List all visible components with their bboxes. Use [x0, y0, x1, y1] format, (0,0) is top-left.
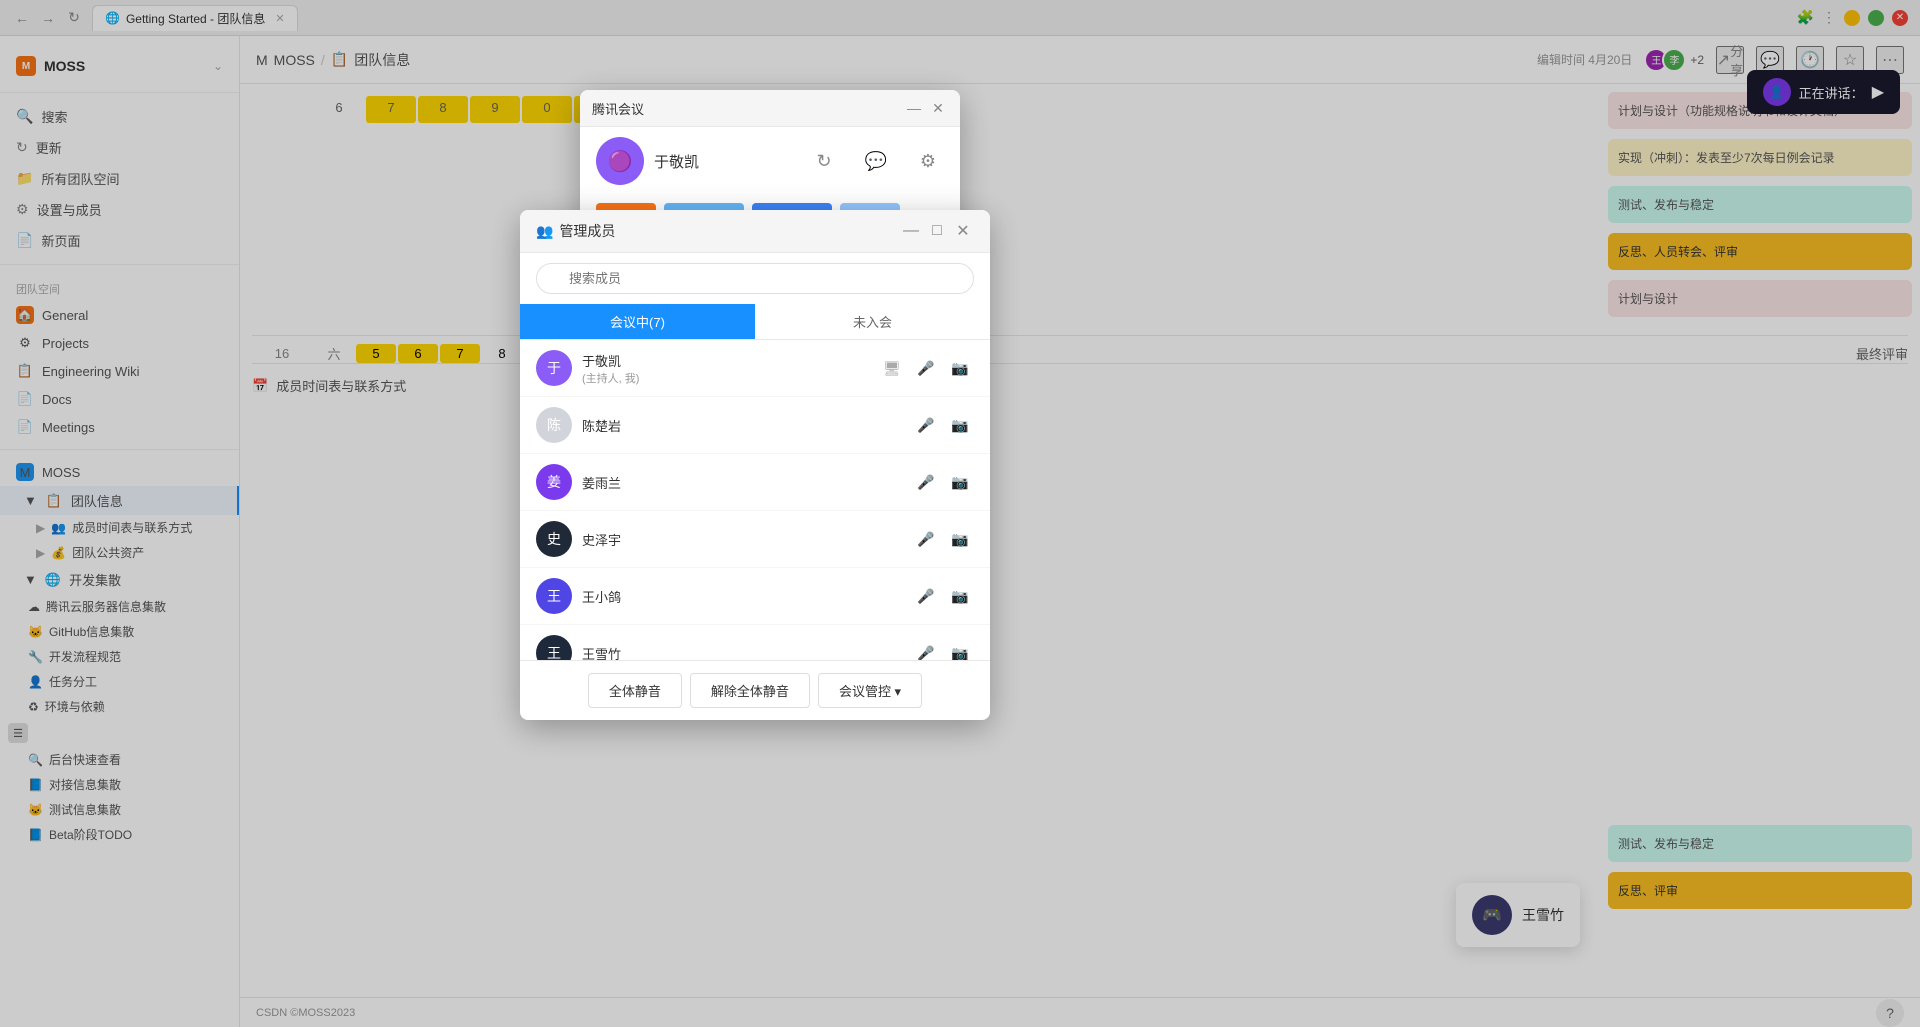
member-mic-btn-3[interactable]: 🎤	[912, 525, 940, 553]
member-info-5: 王雪竹	[582, 644, 902, 661]
mm-tab-not-joined[interactable]: 未入会	[755, 304, 990, 339]
member-avatar-0: 于	[536, 350, 572, 386]
member-actions-0: 🖥 🎤 📷	[878, 354, 974, 382]
tencent-user-avatar: 🟣	[596, 137, 644, 185]
tencent-window-buttons: — ✕	[904, 98, 948, 118]
member-actions-5: 🎤 📷	[912, 639, 974, 660]
unmute-all-label: 解除全体静音	[711, 684, 789, 699]
member-mic-btn-0[interactable]: 🎤	[912, 354, 940, 382]
mm-members-list: 于 于敬凯 (主持人, 我) 🖥 🎤 📷 陈 陈楚岩 🎤 📷	[520, 340, 990, 660]
meeting-control-label: 会议管控 ▾	[839, 681, 901, 700]
member-avatar-2: 姜	[536, 464, 572, 500]
member-avatar-text-5: 王	[547, 643, 561, 660]
tencent-meeting-titlebar: 腾讯会议 — ✕	[580, 90, 960, 127]
tencent-user-row: 🟣 于敬凯 ↻ 💬 ⚙	[580, 127, 960, 195]
member-row-1: 陈 陈楚岩 🎤 📷	[520, 397, 990, 454]
member-info-3: 史泽宇	[582, 530, 902, 549]
member-role-0: (主持人, 我)	[582, 370, 868, 386]
mm-titlebar: 👥 管理成员 — □ ✕	[520, 210, 990, 253]
manage-members-window: 👥 管理成员 — □ ✕ 🔍 会议中(7) 未入会 于 于敬凯	[520, 210, 990, 720]
mm-close-button[interactable]: ✕	[952, 220, 974, 242]
meeting-control-button[interactable]: 会议管控 ▾	[818, 673, 922, 708]
member-avatar-text-1: 陈	[547, 415, 561, 435]
member-info-0: 于敬凯 (主持人, 我)	[582, 351, 868, 386]
member-avatar-4: 王	[536, 578, 572, 614]
tencent-minimize-button[interactable]: —	[904, 98, 924, 118]
mm-window-buttons: — □ ✕	[900, 220, 974, 242]
member-actions-1: 🎤 📷	[912, 411, 974, 439]
mm-tabs: 会议中(7) 未入会	[520, 304, 990, 340]
member-avatar-1: 陈	[536, 407, 572, 443]
member-cam-btn-3[interactable]: 📷	[946, 525, 974, 553]
member-name-0: 于敬凯	[582, 351, 868, 370]
member-mic-btn-1[interactable]: 🎤	[912, 411, 940, 439]
mm-minimize-button[interactable]: —	[900, 220, 922, 242]
member-actions-3: 🎤 📷	[912, 525, 974, 553]
member-actions-2: 🎤 📷	[912, 468, 974, 496]
member-cam-btn-0[interactable]: 📷	[946, 354, 974, 382]
tencent-action-buttons: ↻ 💬 ⚙	[808, 145, 944, 177]
tencent-user-name: 于敬凯	[654, 151, 699, 172]
member-row-4: 王 王小鸽 🎤 📷	[520, 568, 990, 625]
member-info-2: 姜雨兰	[582, 473, 902, 492]
member-mic-btn-4[interactable]: 🎤	[912, 582, 940, 610]
member-avatar-3: 史	[536, 521, 572, 557]
member-actions-4: 🎤 📷	[912, 582, 974, 610]
member-mic-btn-5[interactable]: 🎤	[912, 639, 940, 660]
tab-in-meeting-label: 会议中(7)	[610, 315, 665, 330]
mm-title: 👥 管理成员	[536, 221, 615, 241]
member-screen-btn-0[interactable]: 🖥	[878, 354, 906, 382]
member-info-4: 王小鸽	[582, 587, 902, 606]
tencent-settings-button[interactable]: ⚙	[912, 145, 944, 177]
member-avatar-text-0: 于	[547, 358, 561, 378]
member-row-2: 姜 姜雨兰 🎤 📷	[520, 454, 990, 511]
mute-all-button[interactable]: 全体静音	[588, 673, 682, 708]
tencent-refresh-button[interactable]: ↻	[808, 145, 840, 177]
member-row-5: 王 王雪竹 🎤 📷	[520, 625, 990, 660]
member-cam-btn-5[interactable]: 📷	[946, 639, 974, 660]
member-avatar-5: 王	[536, 635, 572, 660]
mm-tab-in-meeting[interactable]: 会议中(7)	[520, 304, 755, 339]
tencent-chat-button[interactable]: 💬	[860, 145, 892, 177]
mute-all-label: 全体静音	[609, 684, 661, 699]
member-cam-btn-4[interactable]: 📷	[946, 582, 974, 610]
member-mic-btn-2[interactable]: 🎤	[912, 468, 940, 496]
unmute-all-button[interactable]: 解除全体静音	[690, 673, 810, 708]
member-cam-btn-1[interactable]: 📷	[946, 411, 974, 439]
mm-search-area: 🔍	[520, 253, 990, 304]
mm-footer: 全体静音 解除全体静音 会议管控 ▾	[520, 660, 990, 720]
member-name-3: 史泽宇	[582, 530, 902, 549]
mm-title-icon: 👥	[536, 223, 553, 240]
member-name-2: 姜雨兰	[582, 473, 902, 492]
mm-search-wrapper: 🔍	[536, 263, 974, 294]
member-avatar-text-4: 王	[547, 586, 561, 606]
member-avatar-text-2: 姜	[547, 472, 561, 492]
mm-title-text-label: 管理成员	[559, 221, 615, 241]
member-cam-btn-2[interactable]: 📷	[946, 468, 974, 496]
member-name-1: 陈楚岩	[582, 416, 902, 435]
member-name-4: 王小鸽	[582, 587, 902, 606]
member-row-3: 史 史泽宇 🎤 📷	[520, 511, 990, 568]
member-info-1: 陈楚岩	[582, 416, 902, 435]
tencent-meeting-title-text: 腾讯会议	[592, 99, 644, 118]
member-avatar-text-3: 史	[547, 529, 561, 549]
member-name-5: 王雪竹	[582, 644, 902, 661]
mm-search-input[interactable]	[536, 263, 974, 294]
mm-maximize-button[interactable]: □	[926, 220, 948, 242]
tab-not-joined-label: 未入会	[853, 315, 892, 330]
tencent-close-button[interactable]: ✕	[928, 98, 948, 118]
member-row-0: 于 于敬凯 (主持人, 我) 🖥 🎤 📷	[520, 340, 990, 397]
